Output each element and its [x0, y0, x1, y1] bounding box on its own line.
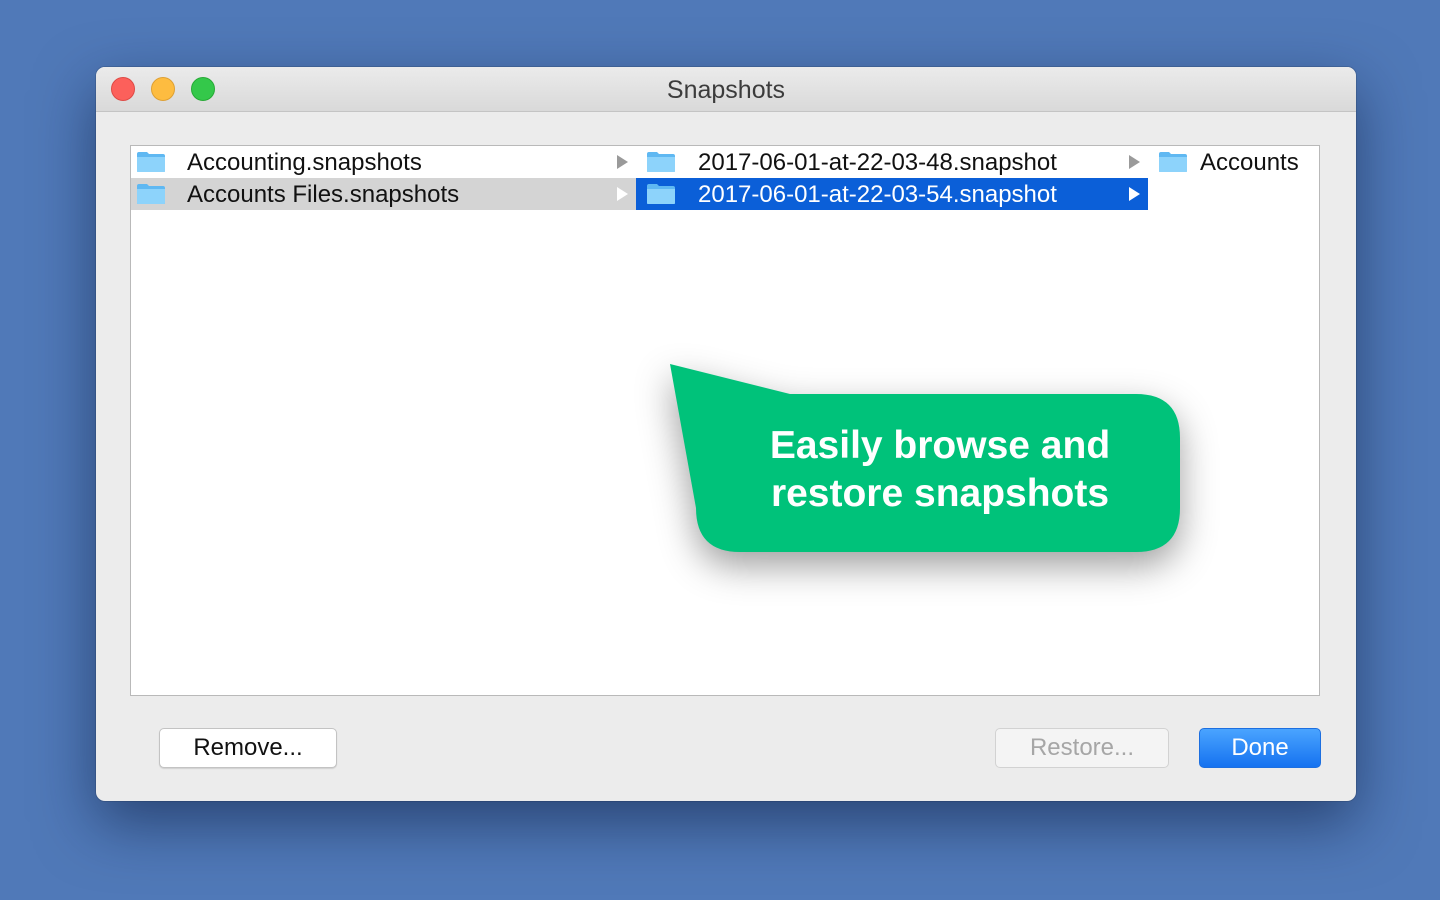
- row-label: 2017-06-01-at-22-03-48.snapshot: [698, 149, 1057, 176]
- row-label: Accounts: [1200, 149, 1299, 176]
- row-label: 2017-06-01-at-22-03-54.snapshot: [698, 181, 1057, 208]
- done-button[interactable]: Done: [1199, 728, 1321, 768]
- remove-button[interactable]: Remove...: [159, 728, 337, 768]
- title-bar[interactable]: Snapshots: [96, 67, 1356, 112]
- snapshot-set-row-selected[interactable]: Accounts Files.snapshots: [131, 178, 636, 210]
- snapshot-set-row[interactable]: Accounting.snapshots: [131, 146, 636, 178]
- row-label: Accounts Files.snapshots: [187, 181, 460, 208]
- folder-icon: [647, 152, 675, 172]
- snapshot-row[interactable]: 2017-06-01-at-22-03-48.snapshot: [636, 146, 1148, 178]
- disclosure-arrow-icon: [1129, 155, 1140, 169]
- restore-button[interactable]: Restore...: [995, 728, 1169, 768]
- folder-icon: [647, 184, 675, 204]
- disclosure-arrow-icon: [1129, 187, 1140, 201]
- window-title: Snapshots: [666, 76, 786, 104]
- callout-bubble: Easily browse and restore snapshots: [660, 358, 1195, 563]
- browser-column-1: Accounting.snapshots Accounts Files.snap…: [131, 146, 636, 695]
- callout-text: Easily browse and restore snapshots: [720, 422, 1160, 518]
- disclosure-arrow-icon: [617, 187, 628, 201]
- row-label: Accounting.snapshots: [187, 149, 422, 176]
- callout-line-1: Easily browse and: [769, 424, 1111, 467]
- snapshot-content-row[interactable]: Accounts: [1148, 146, 1319, 178]
- disclosure-arrow-icon: [617, 155, 628, 169]
- folder-icon: [137, 152, 165, 172]
- snapshot-row-selected[interactable]: 2017-06-01-at-22-03-54.snapshot: [636, 178, 1148, 210]
- folder-icon: [1159, 152, 1187, 172]
- folder-icon: [137, 184, 165, 204]
- callout-line-2: restore snapshots: [770, 472, 1110, 515]
